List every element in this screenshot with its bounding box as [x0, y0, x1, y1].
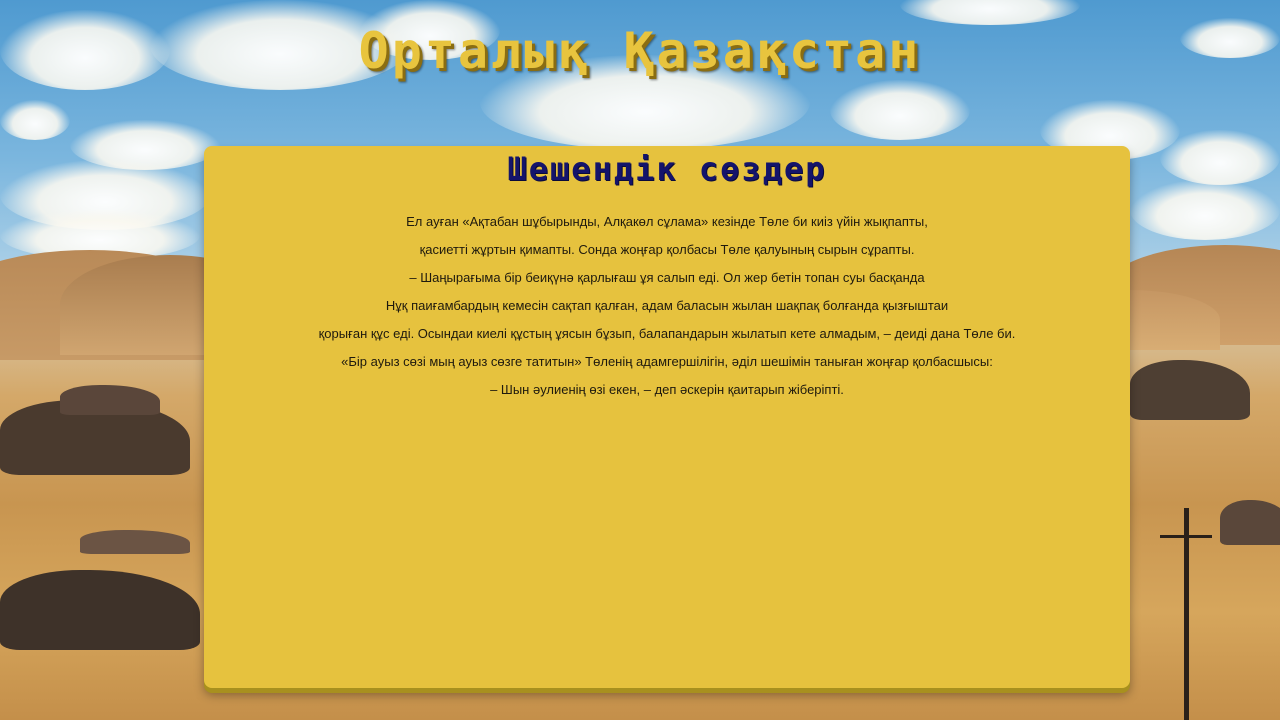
text-line: «Бір ауыз сөзі мың ауыз сөзге татитын» Т…: [341, 354, 993, 369]
cloud: [0, 100, 70, 140]
panel-title: Шешендік сөздер: [507, 150, 827, 188]
cloud: [830, 80, 970, 140]
site-title: Орталық Қазақстан: [358, 22, 922, 80]
pole: [1160, 535, 1212, 538]
text-line: Ел ауған «Ақтабан шұбырынды, Алқакөл сұл…: [406, 214, 928, 229]
rocks: [60, 385, 160, 415]
rocks: [80, 530, 190, 554]
content-panel: Шешендік сөздер Ел ауған «Ақтабан шұбыры…: [204, 146, 1130, 688]
text-line: қасиетті жұртын қимапты. Сонда жоңғар қо…: [419, 242, 915, 257]
panel-text: Ел ауған «Ақтабан шұбырынды, Алқакөл сұл…: [204, 208, 1130, 404]
text-line: Нұқ паиғамбардың кемесін сақтап қалған, …: [385, 298, 949, 313]
rocks: [0, 570, 200, 650]
cloud: [1160, 130, 1280, 185]
cloud: [1130, 180, 1280, 240]
rocks: [1130, 360, 1250, 420]
pole: [1184, 508, 1189, 720]
text-line: – Шын әулиенің өзі екен, – деп әскерін қ…: [490, 382, 844, 397]
rocks: [1220, 500, 1280, 545]
text-line: – Шаңырағыма бір беиқүнә қарлығаш ұя сал…: [409, 270, 925, 285]
text-line: қорыған құс еді. Осындаи киелі құстың ұя…: [318, 326, 1016, 341]
